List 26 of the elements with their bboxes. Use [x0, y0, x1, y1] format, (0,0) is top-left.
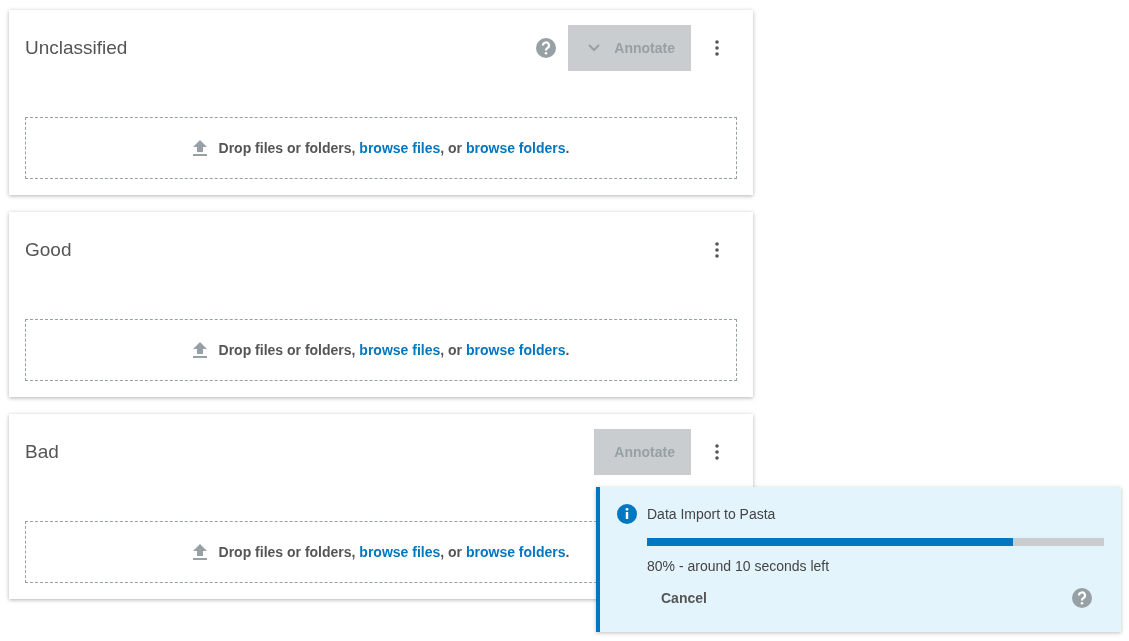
more-icon[interactable]: [715, 40, 719, 56]
upload-icon: [192, 140, 207, 156]
more-icon[interactable]: [715, 242, 719, 258]
upload-icon: [192, 544, 207, 560]
notification-title: Data Import to Pasta: [647, 506, 776, 522]
cancel-button[interactable]: Cancel: [661, 590, 707, 606]
browse-folders-link[interactable]: browse folders: [465, 544, 566, 560]
drop-instructions: Drop files or folders, browse files, or browse folders.: [218, 342, 570, 358]
card-title: Bad: [25, 441, 59, 463]
browse-folders-link[interactable]: browse folders: [465, 342, 566, 358]
upload-icon: [192, 342, 207, 358]
chevron-down-icon: [588, 44, 601, 52]
browse-folders-link[interactable]: browse folders: [465, 140, 566, 156]
help-icon[interactable]: [536, 38, 557, 58]
card-title: Good: [25, 239, 72, 261]
more-icon[interactable]: [715, 444, 719, 460]
browse-files-link[interactable]: browse files: [359, 140, 441, 156]
drop-instructions: Drop files or folders, browse files, or browse folders.: [218, 140, 570, 156]
browse-files-link[interactable]: browse files: [359, 544, 441, 560]
drop-zone[interactable]: Drop files or folders, browse files, or browse folders.: [25, 319, 737, 381]
browse-files-link[interactable]: browse files: [359, 342, 441, 358]
drop-zone[interactable]: Drop files or folders, browse files, or browse folders.: [25, 117, 737, 179]
info-icon: [617, 504, 637, 524]
card-title: Unclassified: [25, 37, 128, 59]
help-icon[interactable]: [1072, 588, 1092, 608]
drop-instructions: Drop files or folders, browse files, or browse folders.: [218, 544, 570, 560]
